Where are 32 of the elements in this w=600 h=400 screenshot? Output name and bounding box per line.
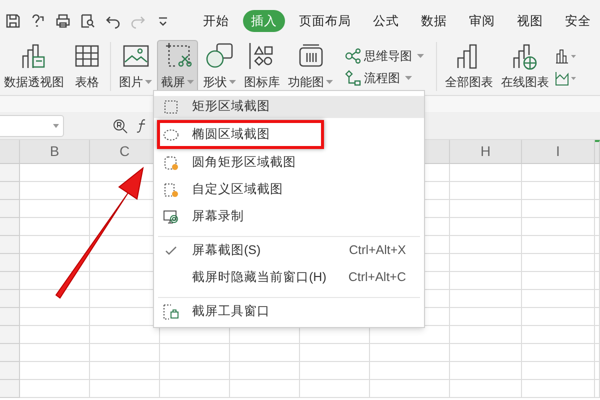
menu-tab[interactable]: 公式 <box>365 10 407 32</box>
ribbon-button[interactable]: 功能图 <box>285 40 336 93</box>
ribbon-button[interactable]: 数据透视图 <box>1 40 67 93</box>
shortcut-text: Ctrl+Alt+C <box>348 269 406 286</box>
menu-item[interactable]: 屏幕截图(S) Ctrl+Alt+X <box>154 240 424 262</box>
ribbon-button[interactable]: 形状 <box>200 40 239 93</box>
menu-tab[interactable]: 审阅 <box>461 10 503 32</box>
ribbon-button[interactable]: 图标库 <box>241 40 283 93</box>
menu-tab[interactable]: 数据 <box>413 10 455 32</box>
ribbon-button[interactable]: 全部图表 <box>442 40 496 93</box>
shortcut-text: Ctrl+Alt+X <box>349 242 406 260</box>
menu-item[interactable]: 椭圆区域截图 <box>160 124 288 146</box>
menu-item[interactable]: 圆角矩形区域截图 <box>154 152 424 174</box>
ribbon-small-button[interactable]: 思维导图 <box>345 46 424 64</box>
ribbon-button[interactable]: 截屏 <box>157 40 198 93</box>
menu-item[interactable]: 自定义区域截图 <box>154 178 424 200</box>
ribbon-button[interactable]: 在线图表 <box>498 40 552 93</box>
ribbon-small-button[interactable]: 流程图 <box>345 68 424 86</box>
menu-tab[interactable]: 安全 <box>557 10 599 32</box>
menu-item[interactable]: 截屏时隐藏当前窗口(H) Ctrl+Alt+C <box>154 266 424 288</box>
ribbon-button[interactable]: 表格 <box>69 40 105 93</box>
ribbon-button[interactable]: 图片 <box>116 40 155 93</box>
menu-item[interactable]: 屏幕录制 <box>154 206 424 228</box>
column-header[interactable]: H <box>480 141 491 162</box>
column-header[interactable]: C <box>119 141 130 162</box>
column-header[interactable]: I <box>556 141 560 162</box>
menu-tab[interactable]: 页面布局 <box>291 10 359 32</box>
menu-item[interactable]: 截屏工具窗口 <box>154 300 424 322</box>
column-header[interactable]: B <box>50 141 60 162</box>
menu-tab[interactable]: 开始 <box>195 10 237 32</box>
menu-item[interactable]: 矩形区域截图 <box>154 96 424 118</box>
menu-tab[interactable]: 视图 <box>509 10 551 32</box>
